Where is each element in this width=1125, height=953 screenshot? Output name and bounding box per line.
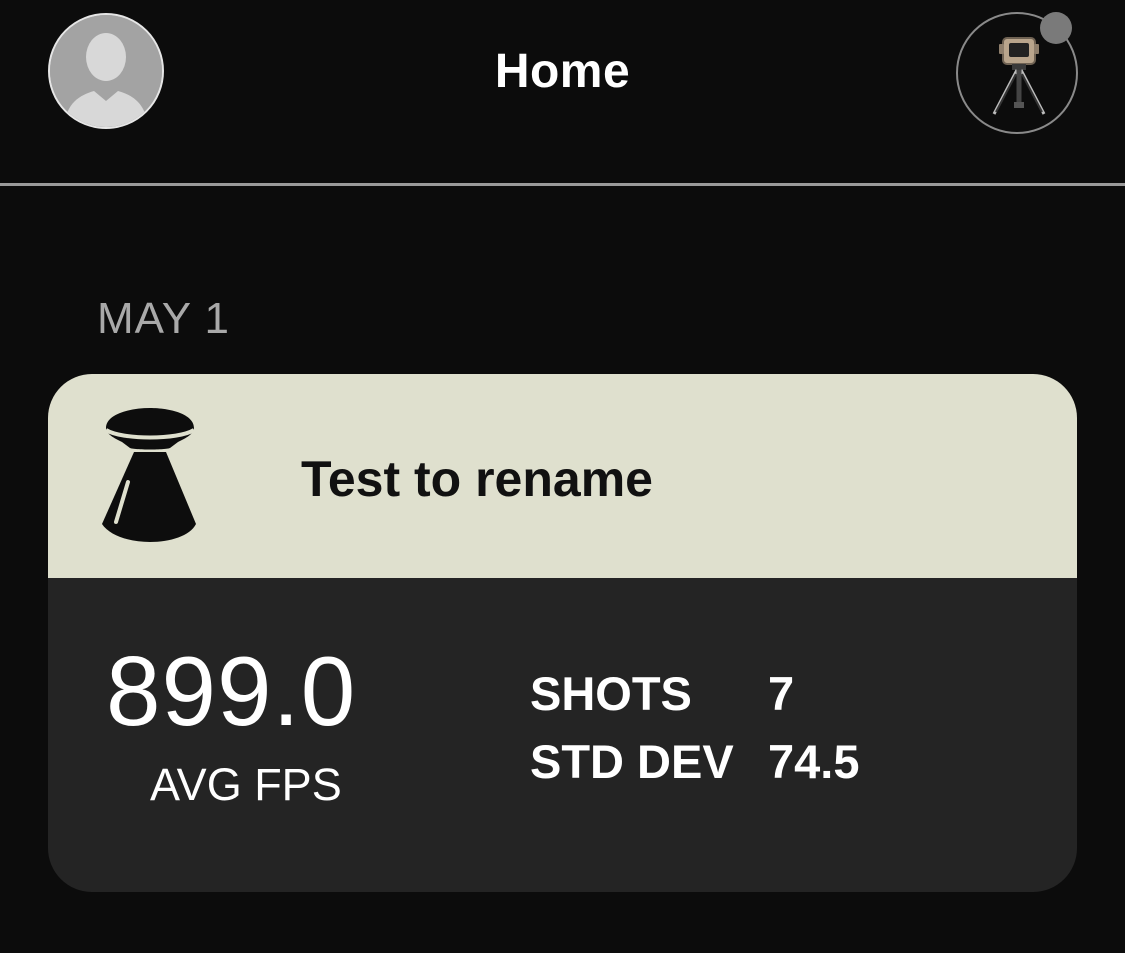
session-card-header: Test to rename <box>48 374 1077 578</box>
avg-fps-value: 899.0 <box>106 636 357 746</box>
session-card[interactable]: Test to rename 899.0 AVG FPS SHOTS 7 STD… <box>48 374 1077 892</box>
std-dev-label: STD DEV <box>530 735 734 788</box>
shots-value: 7 <box>768 667 795 720</box>
home-screen: Home MAY 1 Test to rename 899.0 AVG FPS … <box>0 0 1125 953</box>
shots-label: SHOTS <box>530 667 692 720</box>
session-title: Test to rename <box>301 451 653 507</box>
pellet-icon <box>102 408 196 542</box>
session-card-body: 899.0 AVG FPS SHOTS 7 STD DEV 74.5 <box>48 578 1077 892</box>
header-divider <box>0 183 1125 186</box>
section-date-header: MAY 1 <box>97 294 230 343</box>
avg-fps-label: AVG FPS <box>150 759 342 810</box>
top-bar: Home <box>0 0 1125 186</box>
connection-status-dot <box>1040 12 1072 44</box>
std-dev-value: 74.5 <box>768 735 860 788</box>
